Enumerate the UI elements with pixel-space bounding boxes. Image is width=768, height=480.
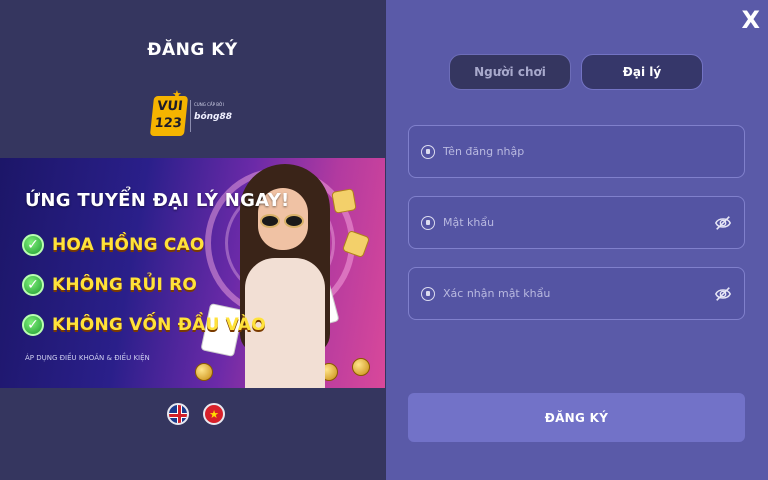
vui123-logo: VUI 123 <box>149 96 189 136</box>
language-switcher: ★ <box>167 403 225 425</box>
close-icon[interactable]: X <box>741 8 760 32</box>
password-field[interactable] <box>408 196 745 249</box>
username-input[interactable] <box>443 145 744 158</box>
brand-logo: ★ VUI 123 CUNG CẤP BỞI bóng88 <box>149 88 240 140</box>
sunglasses-icon <box>260 214 306 228</box>
lock-icon <box>421 286 435 301</box>
account-type-tabs: Người chơi Đại lý <box>449 54 703 90</box>
perk-item: ✓ KHÔNG RỦI RO <box>22 274 197 296</box>
tab-agent[interactable]: Đại lý <box>581 54 703 90</box>
username-field[interactable] <box>408 125 745 178</box>
confirm-password-field[interactable] <box>408 267 745 320</box>
perk-label: KHÔNG VỐN ĐẦU VÀO <box>52 315 266 335</box>
logo-divider <box>190 100 191 132</box>
left-panel: ĐĂNG KÝ ★ VUI 123 CUNG CẤP BỞI bóng88 ỨNG… <box>0 0 385 480</box>
perk-item: ✓ KHÔNG VỐN ĐẦU VÀO <box>22 314 266 336</box>
partner-logo: bóng88 <box>194 112 232 122</box>
lock-icon <box>421 215 435 230</box>
page-title: ĐĂNG KÝ <box>147 40 238 60</box>
logo-tagline: CUNG CẤP BỞI <box>194 102 224 107</box>
terms-note: ÁP DỤNG ĐIỀU KHOẢN & ĐIỀU KIỆN <box>25 354 150 362</box>
perk-item: ✓ HOA HỒNG CAO <box>22 234 205 256</box>
vn-flag-icon[interactable]: ★ <box>203 403 225 425</box>
perk-label: HOA HỒNG CAO <box>52 235 205 255</box>
coin-icon <box>352 358 370 376</box>
promo-banner: ỨNG TUYỂN ĐẠI LÝ NGAY! ✓ HOA HỒNG CAO ✓ … <box>0 158 385 388</box>
dice-icon <box>331 188 357 214</box>
eye-off-icon[interactable] <box>714 214 732 232</box>
banner-headline: ỨNG TUYỂN ĐẠI LÝ NGAY! <box>25 190 290 211</box>
check-icon: ✓ <box>22 234 44 256</box>
tab-player[interactable]: Người chơi <box>449 54 571 90</box>
eye-off-icon[interactable] <box>714 285 732 303</box>
register-button[interactable]: ĐĂNG KÝ <box>408 393 745 442</box>
password-input[interactable] <box>443 216 744 229</box>
perk-label: KHÔNG RỦI RO <box>52 275 198 295</box>
user-icon <box>421 144 435 159</box>
uk-flag-icon[interactable] <box>167 403 189 425</box>
confirm-password-input[interactable] <box>443 287 744 300</box>
check-icon: ✓ <box>22 314 44 336</box>
check-icon: ✓ <box>22 274 44 296</box>
coin-icon <box>195 363 213 381</box>
register-form-panel: X Người chơi Đại lý ĐĂNG KÝ <box>386 0 768 480</box>
